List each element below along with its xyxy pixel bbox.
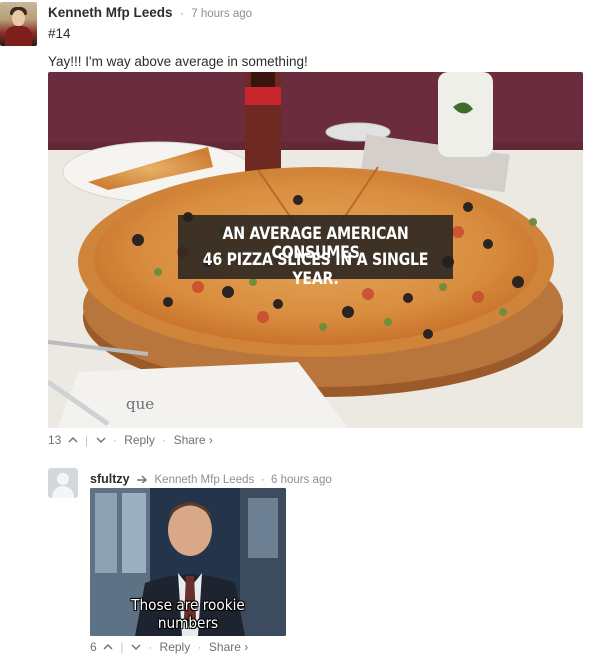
comment-text: Yay!!! I'm way above average in somethin… bbox=[48, 54, 308, 69]
reply-arrow-icon bbox=[136, 470, 148, 488]
chevron-down-icon[interactable] bbox=[96, 433, 106, 447]
footer-dot: · bbox=[112, 432, 117, 447]
reply-header: sfultzy Kenneth Mfp Leeds · 6 hours ago bbox=[90, 470, 332, 488]
image-caption-box: AN AVERAGE AMERICAN CONSUMES 46 PIZZA SL… bbox=[178, 215, 453, 288]
footer-dot: · bbox=[197, 639, 202, 654]
reply-to-author[interactable]: Kenneth Mfp Leeds bbox=[155, 474, 255, 486]
vote-divider: | bbox=[85, 432, 89, 447]
footer-dot: · bbox=[162, 432, 167, 447]
footer-dot: · bbox=[148, 639, 153, 654]
vote-count: 6 bbox=[90, 639, 97, 654]
chevron-up-icon[interactable] bbox=[68, 433, 78, 447]
reply-footer: 6 | · Reply · Share › bbox=[90, 639, 248, 654]
comment-footer: 13 | · Reply · Share › bbox=[48, 432, 213, 447]
rookie-numbers-image[interactable]: Those are rookie numbers bbox=[90, 488, 286, 636]
reply-link[interactable]: Reply bbox=[124, 433, 155, 447]
chevron-down-icon[interactable] bbox=[131, 640, 141, 654]
comment-header: Kenneth Mfp Leeds · 7 hours ago bbox=[48, 4, 252, 22]
vote-count: 13 bbox=[48, 432, 62, 447]
reply-time[interactable]: 6 hours ago bbox=[271, 474, 332, 486]
meta-separator: · bbox=[260, 474, 265, 487]
meta-separator: · bbox=[179, 8, 184, 20]
reply-link[interactable]: Reply bbox=[160, 640, 191, 654]
caption-line-2: 46 PIZZA SLICES IN A SINGLE YEAR. bbox=[202, 250, 429, 288]
comment-time[interactable]: 7 hours ago bbox=[191, 8, 252, 20]
comment-number: #14 bbox=[48, 26, 71, 41]
vote-divider: | bbox=[120, 639, 124, 654]
share-link[interactable]: Share › bbox=[174, 433, 213, 447]
pizza-image[interactable]: que AN AVERAGE AMERICAN CONSUMES 46 PIZZ… bbox=[48, 72, 583, 428]
reply-author[interactable]: sfultzy bbox=[90, 472, 130, 486]
comment-author[interactable]: Kenneth Mfp Leeds bbox=[48, 5, 173, 20]
share-link[interactable]: Share › bbox=[209, 640, 248, 654]
user-avatar-kenneth[interactable] bbox=[0, 2, 37, 46]
menu-text: que bbox=[126, 395, 154, 413]
user-avatar-sfultzy[interactable] bbox=[48, 468, 78, 498]
chevron-up-icon[interactable] bbox=[103, 640, 113, 654]
gif-caption: Those are rookie numbers bbox=[131, 596, 245, 632]
